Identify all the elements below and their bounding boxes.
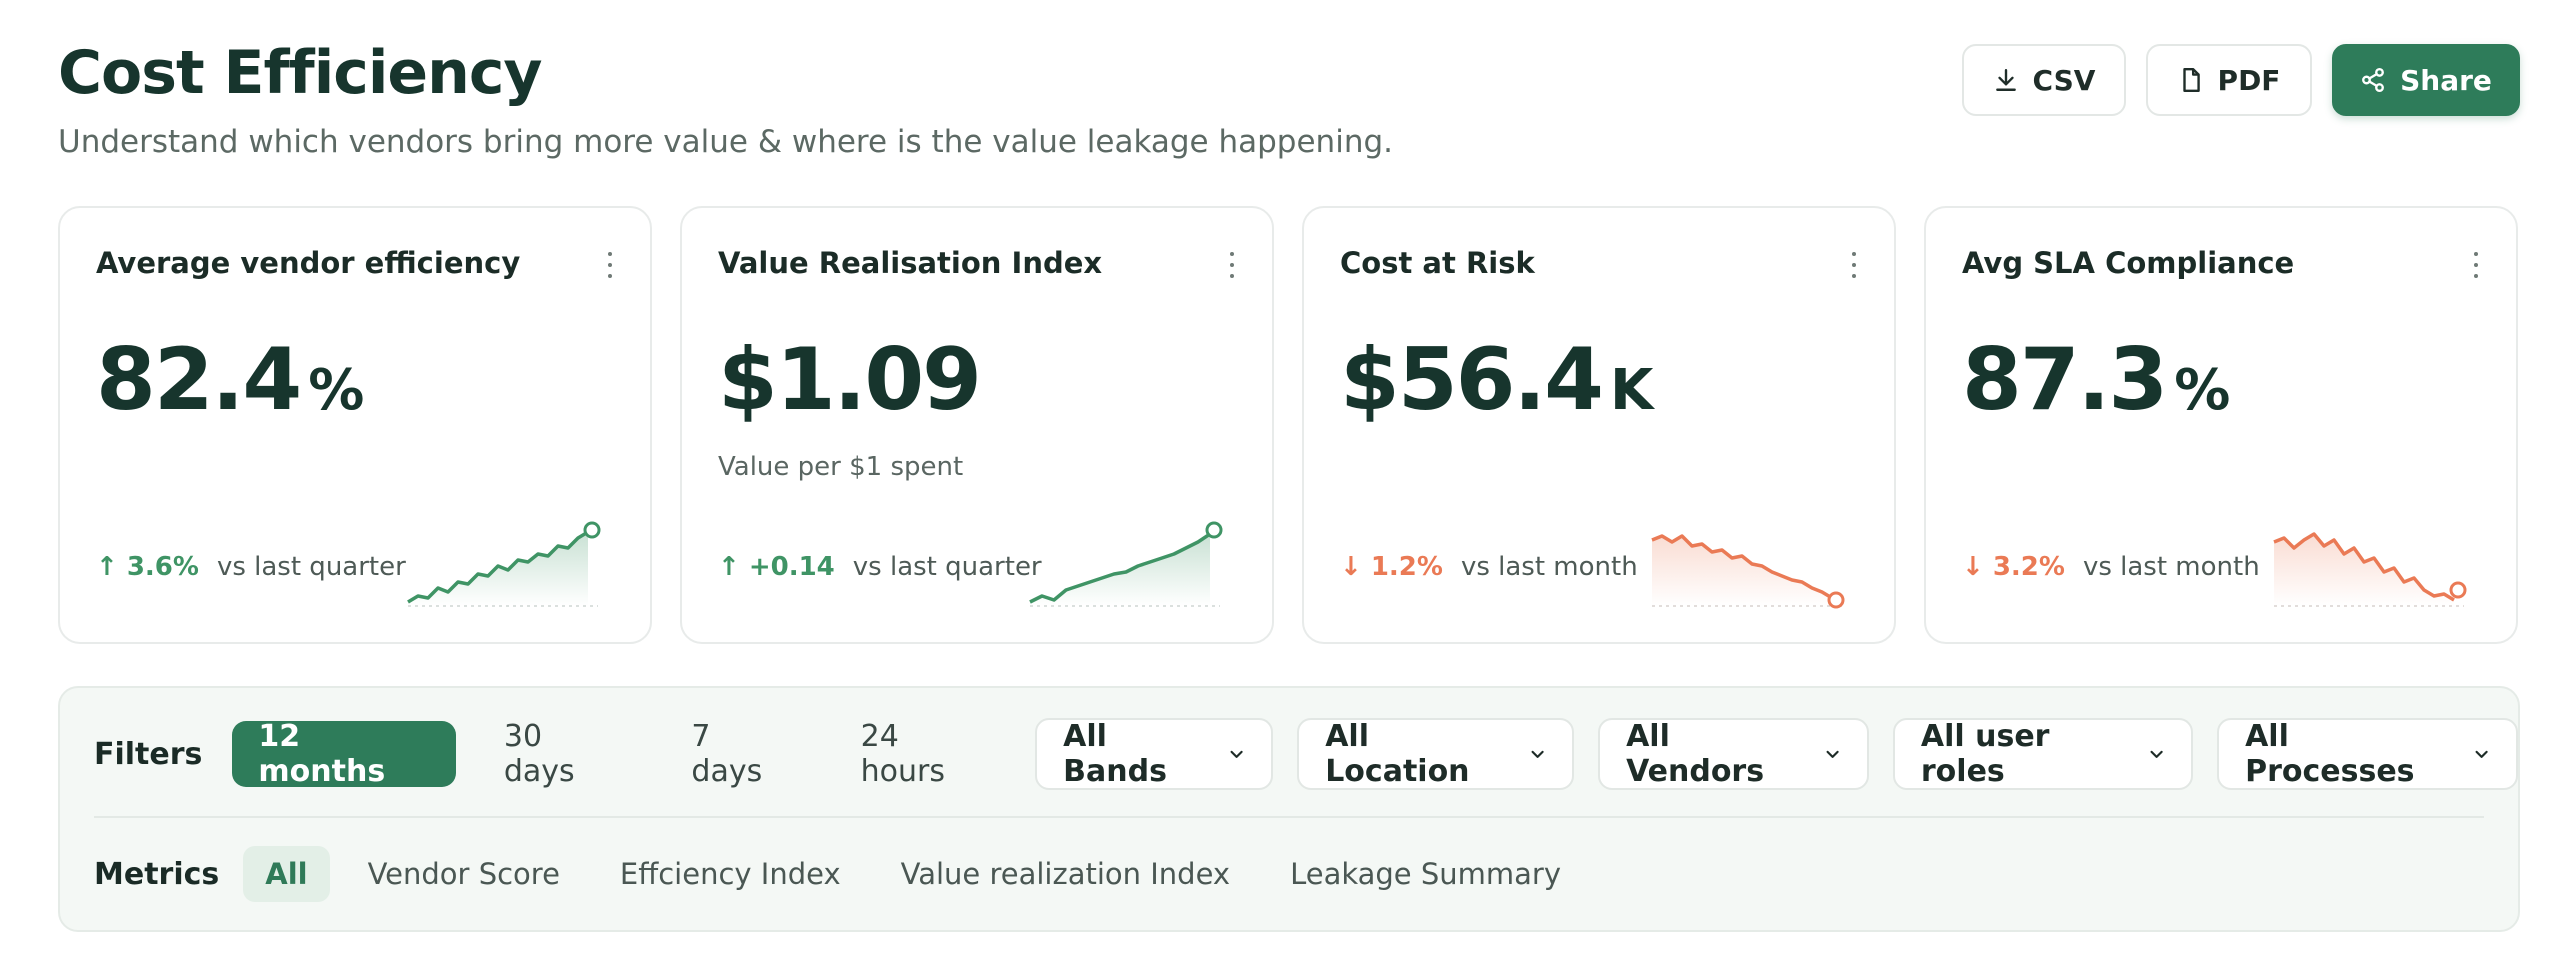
- kpi-card-title: Value Realisation Index: [718, 246, 1103, 280]
- metrics-row: Metrics All Vendor Score Effciency Index…: [94, 846, 1599, 902]
- kpi-delta-context: vs last quarter: [852, 552, 1042, 582]
- bands-dropdown-value: All Bands: [1063, 719, 1167, 789]
- kpi-delta: ↑ 3.6%: [96, 552, 199, 582]
- filters-panel: Filters 12 months 30 days 7 days 24 hour…: [58, 686, 2520, 932]
- processes-dropdown-value: All Processes: [2245, 719, 2415, 789]
- more-options-icon[interactable]: [1850, 252, 1858, 278]
- download-icon: [1995, 69, 2016, 91]
- kpi-value-number: 87.3: [1962, 330, 2168, 430]
- kpi-value-unit: %: [2174, 358, 2231, 423]
- range-chip-7-days[interactable]: 7 days: [665, 719, 812, 789]
- kpi-delta-context: vs last month: [1460, 552, 1638, 582]
- kpi-cards: Average vendor efficiency 82.4 % ↑ 3.6% …: [58, 206, 2518, 644]
- kpi-delta: ↑ +0.14: [718, 552, 835, 582]
- kpi-value-unit: K: [1610, 358, 1654, 423]
- kpi-card-title: Average vendor efficiency: [96, 246, 521, 280]
- kpi-value: $1.09: [718, 330, 988, 430]
- range-chip-30-days[interactable]: 30 days: [478, 719, 644, 789]
- metric-tab-efficiency-index[interactable]: Effciency Index: [598, 846, 863, 902]
- more-options-icon[interactable]: [1228, 252, 1236, 278]
- vendors-dropdown-value: All Vendors: [1626, 719, 1765, 789]
- file-icon: [2182, 67, 2200, 93]
- range-chip-24-hours[interactable]: 24 hours: [835, 719, 1014, 789]
- kpi-card-title: Cost at Risk: [1340, 246, 1535, 280]
- kpi-card-title: Avg SLA Compliance: [1962, 246, 2295, 280]
- chevron-down-icon: [1230, 750, 1243, 758]
- kpi-trend: ↓ 1.2% vs last month: [1340, 552, 1638, 582]
- kpi-value-number: 82.4: [96, 330, 302, 430]
- more-options-icon[interactable]: [2472, 252, 2480, 278]
- processes-dropdown[interactable]: All Processes: [2217, 718, 2518, 790]
- kpi-trend: ↓ 3.2% vs last month: [1962, 552, 2260, 582]
- kpi-delta: ↓ 1.2%: [1340, 552, 1443, 582]
- share-icon: [2362, 67, 2385, 93]
- kpi-value-number: $1.09: [718, 330, 982, 430]
- chevron-down-icon: [2475, 750, 2488, 758]
- user-roles-dropdown[interactable]: All user roles: [1892, 718, 2194, 790]
- kpi-note: Value per $1 spent: [718, 452, 964, 482]
- kpi-card-value-realisation: Value Realisation Index $1.09 Value per …: [680, 206, 1274, 644]
- bands-dropdown[interactable]: All Bands: [1035, 718, 1274, 790]
- kpi-value: $56.4 K: [1340, 330, 1653, 430]
- kpi-value-unit: %: [308, 358, 365, 423]
- location-dropdown[interactable]: All Location: [1297, 718, 1575, 790]
- user-roles-dropdown-value: All user roles: [1920, 719, 2050, 789]
- kpi-card-vendor-efficiency: Average vendor efficiency 82.4 % ↑ 3.6% …: [58, 206, 652, 644]
- cost-efficiency-page: Cost Efficiency Understand which vendors…: [0, 0, 2572, 974]
- kpi-delta-context: vs last quarter: [216, 552, 406, 582]
- export-actions: CSV PDF Share: [1962, 44, 2520, 116]
- metric-tab-leakage-summary[interactable]: Leakage Summary: [1268, 846, 1583, 902]
- share-button[interactable]: Share: [2332, 44, 2520, 116]
- sparkline-chart: [2273, 532, 2467, 607]
- metric-tab-all[interactable]: All: [243, 846, 330, 902]
- filters-divider: [94, 816, 2484, 818]
- kpi-value: 87.3 %: [1962, 330, 2230, 430]
- kpi-card-cost-at-risk: Cost at Risk $56.4 K ↓ 1.2% vs last mont…: [1302, 206, 1896, 644]
- more-options-icon[interactable]: [606, 252, 614, 278]
- metric-tab-vendor-score[interactable]: Vendor Score: [346, 846, 582, 902]
- sparkline-chart: [407, 521, 601, 607]
- chevron-down-icon: [1826, 750, 1839, 758]
- range-chip-12-months[interactable]: 12 months: [232, 719, 456, 789]
- kpi-value-number: $56.4: [1340, 330, 1604, 430]
- chevron-down-icon: [1531, 750, 1544, 758]
- vendors-dropdown[interactable]: All Vendors: [1598, 718, 1869, 790]
- filters-row: Filters 12 months 30 days 7 days 24 hour…: [94, 718, 2518, 790]
- kpi-delta: ↓ 3.2%: [1962, 552, 2065, 582]
- pdf-button-label: PDF: [2217, 63, 2281, 97]
- metrics-label: Metrics: [94, 856, 220, 892]
- metric-tab-value-realization-index[interactable]: Value realization Index: [879, 846, 1252, 902]
- sparkline-chart: [1029, 521, 1223, 607]
- chevron-down-icon: [2150, 750, 2163, 758]
- sparkline-chart: [1651, 534, 1845, 609]
- pdf-button[interactable]: PDF: [2146, 44, 2312, 116]
- kpi-value: 82.4 %: [96, 330, 364, 430]
- kpi-trend: ↑ +0.14 vs last quarter: [718, 552, 1042, 582]
- csv-button[interactable]: CSV: [1962, 44, 2126, 116]
- location-dropdown-value: All Location: [1325, 719, 1470, 789]
- page-subtitle: Understand which vendors bring more valu…: [58, 124, 1393, 160]
- share-button-label: Share: [2400, 63, 2492, 97]
- kpi-delta-context: vs last month: [2082, 552, 2260, 582]
- kpi-card-sla-compliance: Avg SLA Compliance 87.3 % ↓ 3.2% vs last…: [1924, 206, 2518, 644]
- kpi-trend: ↑ 3.6% vs last quarter: [96, 552, 406, 582]
- csv-button-label: CSV: [2032, 63, 2096, 97]
- filters-label: Filters: [94, 736, 203, 772]
- page-title: Cost Efficiency: [58, 38, 543, 108]
